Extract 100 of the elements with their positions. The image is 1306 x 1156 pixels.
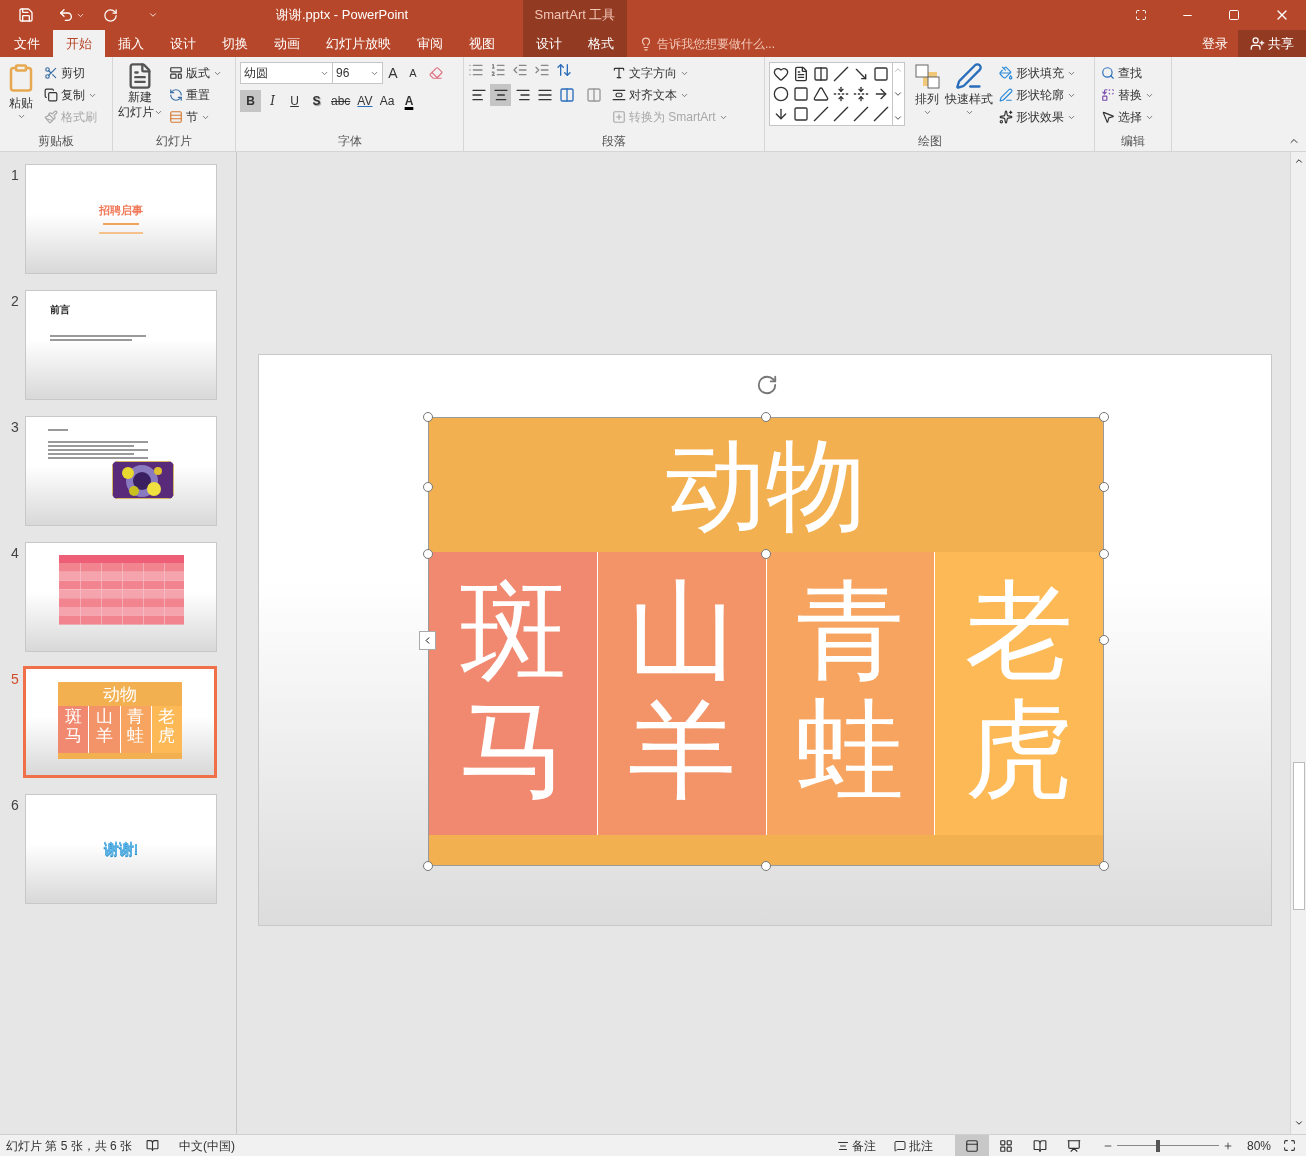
spacing-button[interactable]: AV	[354, 90, 376, 112]
ribbon-tab[interactable]: 设计	[157, 30, 209, 57]
shapes-gallery[interactable]	[769, 62, 905, 126]
strike-button[interactable]: abc	[328, 90, 354, 112]
shape-icon[interactable]	[793, 66, 809, 82]
font-size-field[interactable]: 96	[333, 62, 383, 84]
ribbon-tab[interactable]: 设计	[523, 30, 575, 57]
notes-button[interactable]: 备注	[836, 1136, 876, 1155]
selection-handle[interactable]	[423, 549, 433, 559]
selection-handle[interactable]	[1099, 861, 1109, 871]
maximize-icon[interactable]	[1228, 9, 1240, 21]
slide-thumbnail[interactable]	[25, 542, 217, 652]
fit-slide-icon[interactable]	[1283, 1139, 1296, 1152]
find-button[interactable]: 查找	[1099, 62, 1156, 84]
slide-thumbnail[interactable]	[25, 416, 217, 526]
shape-icon[interactable]	[773, 86, 789, 102]
case-button[interactable]: Aa	[376, 90, 398, 112]
redo-icon[interactable]	[103, 7, 118, 23]
scroll-down-icon[interactable]	[1293, 1118, 1304, 1128]
ribbon-tab[interactable]: 视图	[456, 30, 508, 57]
shape-icon[interactable]	[773, 106, 789, 122]
more-icon[interactable]	[893, 113, 903, 123]
grow-font-button[interactable]: A	[383, 62, 403, 84]
selection-handle[interactable]	[423, 861, 433, 871]
shape-icon[interactable]	[813, 66, 829, 82]
shape-icon[interactable]	[833, 106, 849, 122]
shape-icon[interactable]	[853, 86, 869, 102]
cut-button[interactable]: 剪切	[42, 62, 99, 84]
copy-button[interactable]: 复制	[42, 84, 99, 106]
ribbon-tab[interactable]: 动画	[261, 30, 313, 57]
ribbon-tab[interactable]: 开始	[53, 30, 105, 57]
selection-handle[interactable]	[423, 482, 433, 492]
new-slide-button[interactable]: 新建 幻灯片	[117, 62, 163, 120]
selection-handle[interactable]	[761, 549, 771, 559]
scroll-up-icon[interactable]	[1293, 156, 1304, 166]
color-button[interactable]: A	[398, 90, 420, 112]
text-direction-button[interactable]: 文字方向	[610, 62, 730, 84]
selection-handle[interactable]	[1099, 549, 1109, 559]
save-icon[interactable]	[18, 7, 34, 23]
shape-fill-button[interactable]: 形状填充	[997, 62, 1078, 84]
spellcheck-icon[interactable]	[146, 1139, 160, 1152]
align-text-button[interactable]: 对齐文本	[610, 84, 730, 106]
numbering-icon[interactable]	[490, 62, 506, 78]
selection-handle[interactable]	[1099, 635, 1109, 645]
shrink-font-button[interactable]: A	[403, 64, 423, 82]
slide-thumbnail[interactable]: 前言	[25, 290, 217, 400]
ribbon-tab[interactable]: 插入	[105, 30, 157, 57]
scrollbar-thumb[interactable]	[1292, 762, 1305, 910]
shape-icon[interactable]	[793, 86, 809, 102]
align-button[interactable]	[490, 84, 511, 106]
reset-button[interactable]: 重置	[167, 84, 224, 106]
zoom-slider[interactable]	[1116, 1139, 1219, 1152]
vertical-scrollbar[interactable]	[1290, 152, 1306, 1134]
comments-button[interactable]: 批注	[893, 1136, 933, 1155]
shape-icon[interactable]	[853, 106, 869, 122]
zoom-thumb[interactable]	[1155, 1139, 1160, 1152]
section-button[interactable]: 节	[167, 106, 224, 128]
indent-decrease-icon[interactable]	[512, 62, 528, 78]
shape-icon[interactable]	[813, 86, 829, 102]
ribbon-tab[interactable]: 切换	[209, 30, 261, 57]
text-pane-toggle[interactable]	[419, 631, 436, 650]
ribbon-display-icon[interactable]	[1135, 9, 1147, 21]
replace-button[interactable]: 替换	[1099, 84, 1156, 106]
shape-icon[interactable]	[793, 106, 809, 122]
bold-button[interactable]: B	[240, 90, 261, 112]
zoom-percent[interactable]: 80%	[1246, 1136, 1271, 1155]
shape-icon[interactable]	[873, 86, 889, 102]
selection-handle[interactable]	[761, 412, 771, 422]
customize-icon[interactable]	[148, 10, 158, 20]
quick-styles-button[interactable]: 快速样式	[945, 62, 993, 117]
bullets-icon[interactable]	[468, 62, 484, 78]
share-button[interactable]: 共享	[1238, 30, 1306, 57]
italic-button[interactable]: I	[262, 90, 283, 112]
shape-icon[interactable]	[833, 66, 849, 82]
select-button[interactable]: 选择	[1099, 106, 1156, 128]
layout-button[interactable]: 版式	[167, 62, 224, 84]
shape-icon[interactable]	[773, 66, 789, 82]
line-spacing-icon[interactable]	[556, 62, 572, 78]
undo-icon[interactable]	[58, 7, 74, 23]
zoom-in-icon[interactable]	[1222, 1140, 1233, 1151]
shadow-button[interactable]: S	[306, 90, 327, 112]
font-name-field[interactable]: 幼圆	[240, 62, 333, 84]
rotate-handle[interactable]	[756, 374, 778, 396]
selection-handle[interactable]	[1099, 412, 1109, 422]
shape-effects-button[interactable]: 形状效果	[997, 106, 1078, 128]
ribbon-tab[interactable]: 审阅	[404, 30, 456, 57]
shape-outline-button[interactable]: 形状轮廓	[997, 84, 1078, 106]
shape-icon[interactable]	[833, 86, 849, 102]
shape-icon[interactable]	[873, 106, 889, 122]
selection-handle[interactable]	[761, 861, 771, 871]
ribbon-tab[interactable]: 幻灯片放映	[313, 30, 404, 57]
clear-format-icon[interactable]	[429, 66, 443, 80]
indent-increase-icon[interactable]	[534, 62, 550, 78]
shape-icon[interactable]	[853, 66, 869, 82]
scroll-down-icon[interactable]	[893, 89, 903, 99]
ribbon-tab[interactable]: 文件	[1, 30, 53, 57]
arrange-button[interactable]: 排列	[913, 62, 941, 117]
view-button[interactable]	[954, 1135, 989, 1156]
shape-icon[interactable]	[873, 66, 889, 82]
language-text[interactable]: 中文(中国)	[179, 1136, 236, 1155]
